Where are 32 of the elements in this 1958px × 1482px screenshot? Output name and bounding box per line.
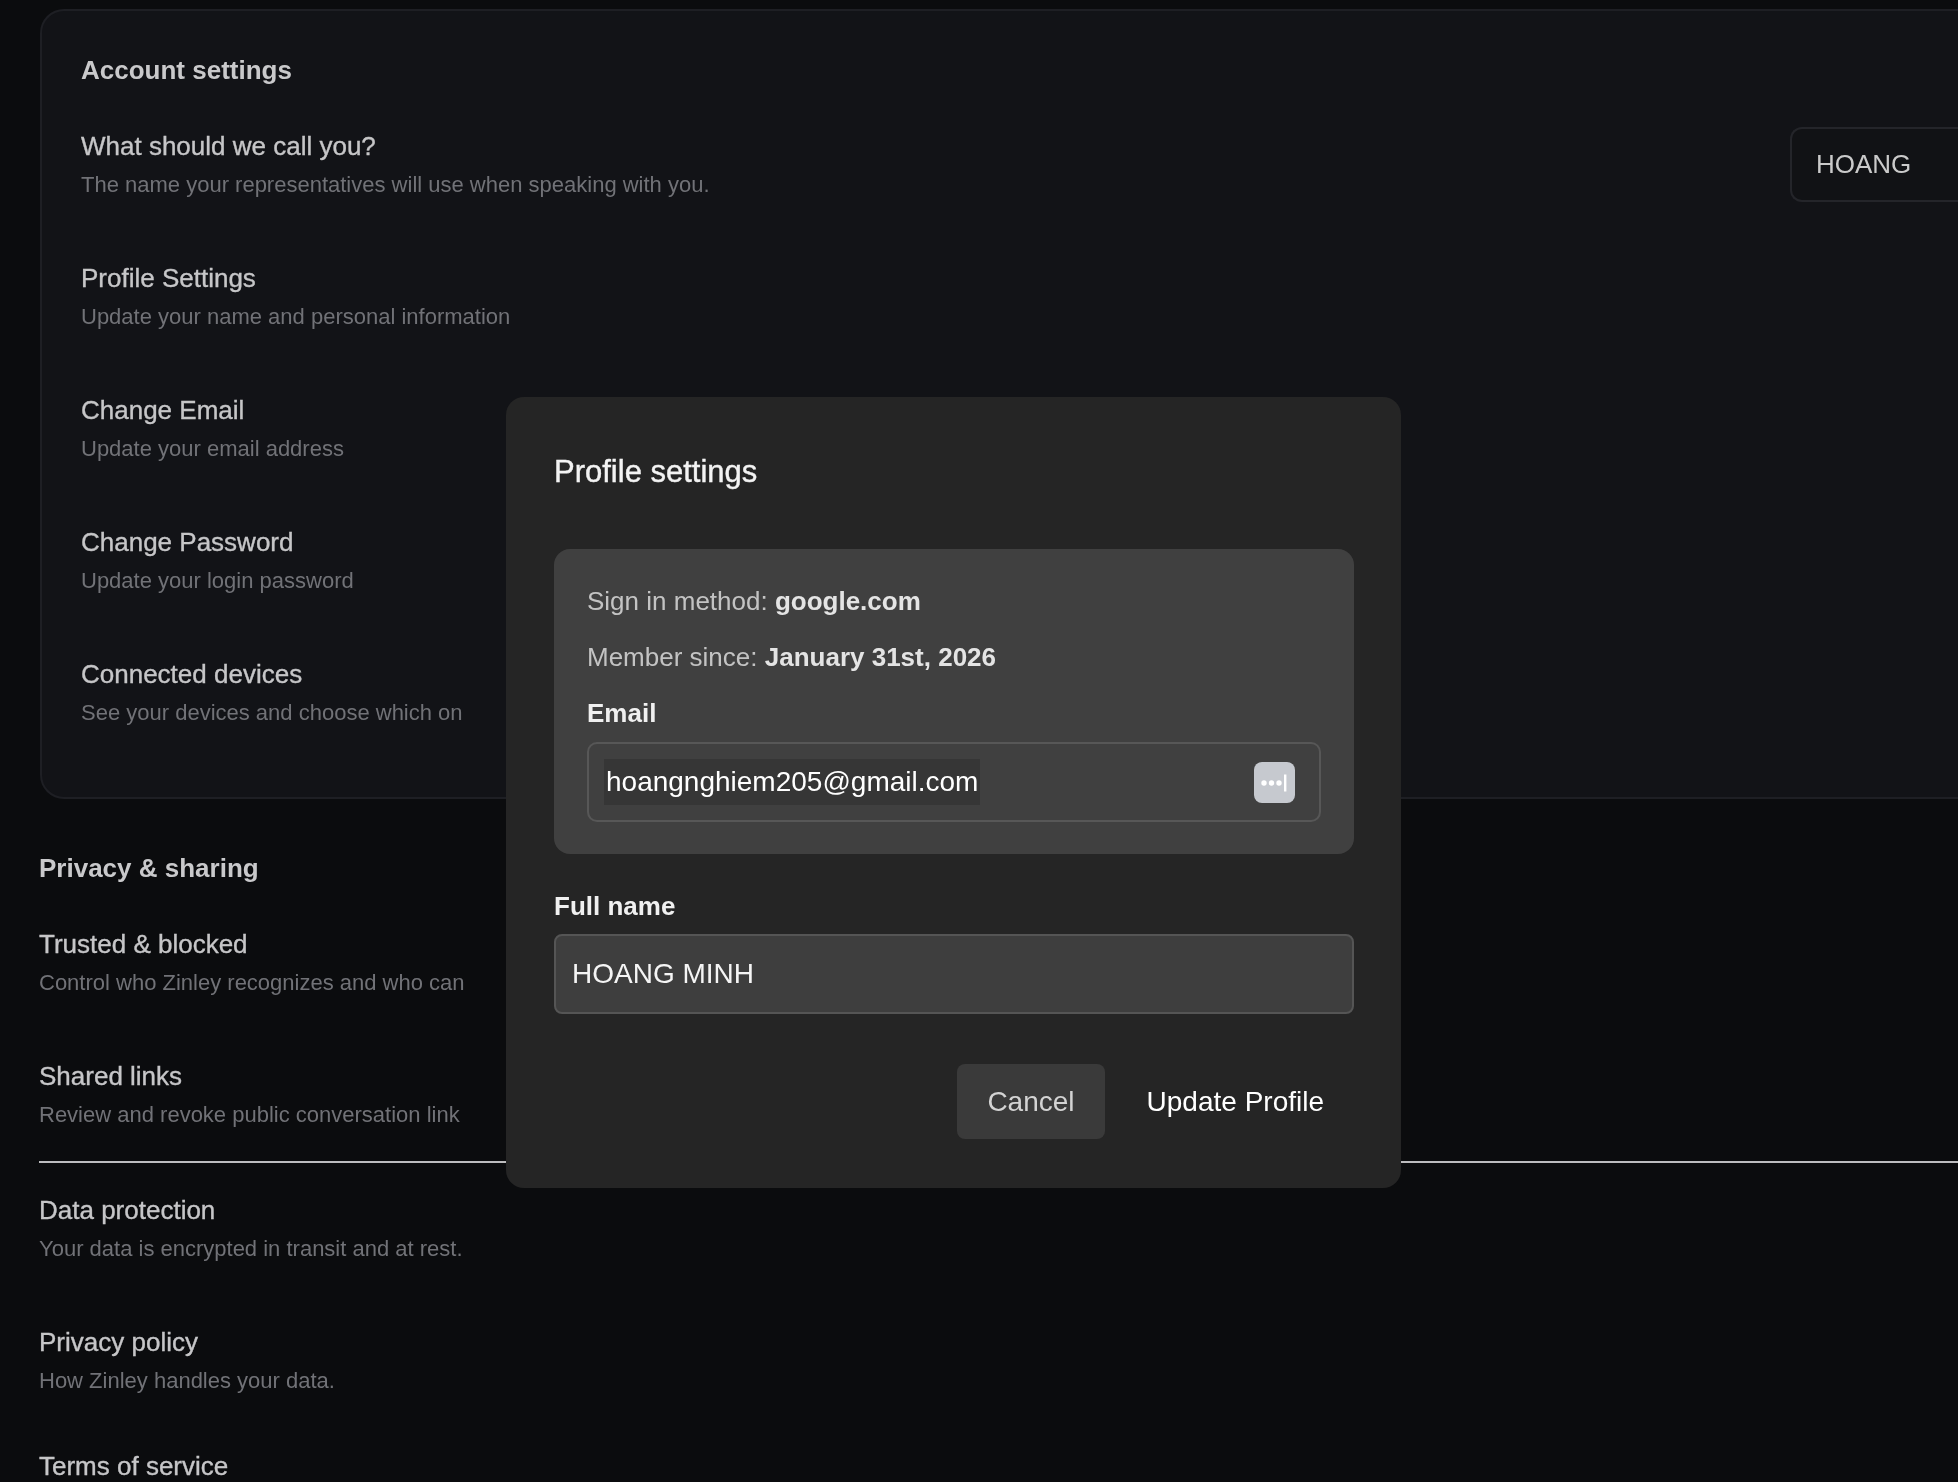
info-text: Member since: January 31st, 2026 [587,641,996,673]
email-field[interactable]: hoangnghiem205@gmail.com [587,742,1321,822]
cancel-button[interactable]: Cancel [957,1064,1105,1139]
nickname-field[interactable]: HOANG [1790,127,1958,202]
setting-description: Update your email address [81,435,344,463]
full-name-field[interactable]: HOANG MINH [554,934,1354,1014]
setting-title[interactable]: Terms of service [39,1451,229,1481]
setting-title[interactable]: Trusted & blocked [39,929,465,959]
dialog-title: Profile settings [554,453,758,491]
setting-description: How Zinley handles your data. [39,1367,335,1395]
setting-description: Control who Zinley recognizes and who can [39,969,465,997]
section-heading: Privacy & sharing [39,852,259,884]
setting-description: Review and revoke public conversation link [39,1101,460,1129]
setting-description: The name your representatives will use when speaking with you. [81,171,710,199]
setting-title[interactable]: Change Password [81,527,354,557]
setting-title[interactable]: Change Email [81,395,344,425]
section-heading: Account settings [81,54,292,86]
setting-description: See your devices and choose which on [81,699,463,727]
submit-button[interactable]: Update Profile [1116,1064,1354,1139]
setting-title: What should we call you? [81,131,377,161]
setting-title[interactable]: Privacy policy [39,1327,335,1357]
password-dots-icon[interactable] [1254,761,1295,803]
setting-description: Update your name and personal information [81,303,511,331]
field-label: Full name [554,890,676,922]
setting-title[interactable]: Connected devices [81,659,463,689]
field-label: Email [587,697,657,729]
setting-description: Update your login password [81,567,354,595]
info-text: Sign in method: google.com [587,585,921,617]
setting-title[interactable]: Shared links [39,1061,460,1091]
setting-title[interactable]: Profile Settings [81,263,511,293]
setting-title[interactable]: Data protection [39,1195,463,1225]
setting-description: Your data is encrypted in transit and at rest. [39,1235,463,1263]
